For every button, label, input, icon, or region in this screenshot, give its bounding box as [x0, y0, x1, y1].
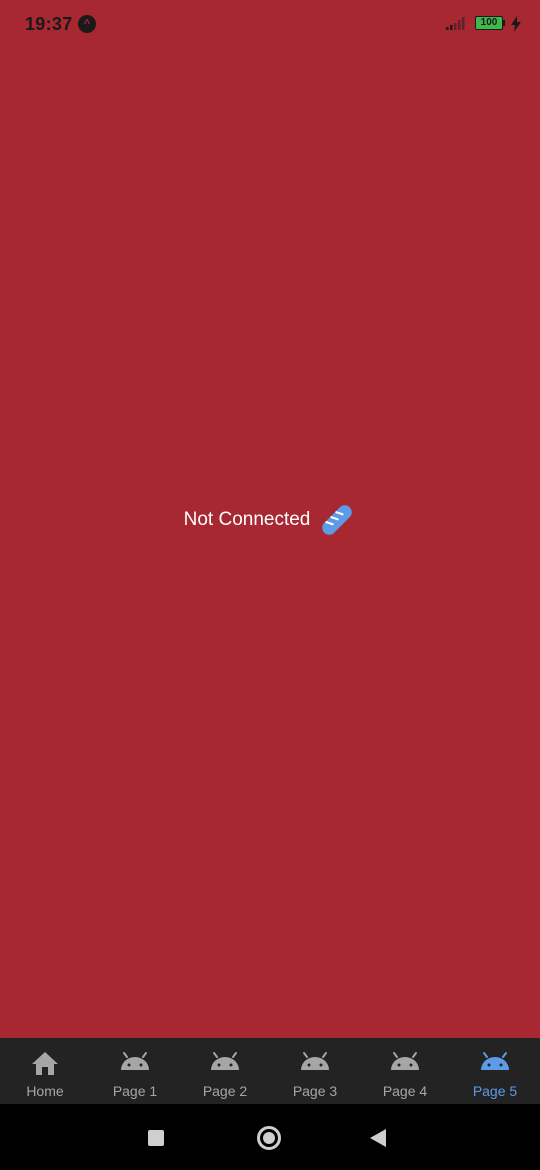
battery-icon: 100 [475, 16, 505, 30]
tab-page-1[interactable]: Page 1 [90, 1038, 180, 1104]
tab-home[interactable]: Home [0, 1038, 90, 1104]
tab-page-4-label: Page 4 [382, 1083, 428, 1099]
connection-status: Not Connected [0, 498, 540, 542]
android-icon [301, 1052, 329, 1070]
bread-icon [322, 505, 353, 535]
tab-page-2-label: Page 2 [202, 1083, 248, 1099]
tab-page-5-label: Page 5 [472, 1083, 518, 1099]
signal-icon [446, 17, 465, 30]
back-icon[interactable] [369, 1128, 387, 1148]
charging-bolt-icon [511, 16, 521, 32]
recents-icon[interactable] [148, 1130, 164, 1146]
home-icon [32, 1052, 58, 1075]
app-notification-icon: ^ [78, 15, 96, 33]
tab-home-label: Home [26, 1083, 64, 1099]
battery-level: 100 [480, 17, 498, 28]
android-icon [211, 1052, 239, 1070]
tab-page-3[interactable]: Page 3 [270, 1038, 360, 1104]
tab-page-5[interactable]: Page 5 [450, 1038, 540, 1104]
tab-page-3-label: Page 3 [292, 1083, 338, 1099]
bottom-tab-bar: Home Page 1 Page 2 Page 3 Page 4 Page 5 [0, 1038, 540, 1104]
android-icon [481, 1052, 509, 1070]
tab-page-2[interactable]: Page 2 [180, 1038, 270, 1104]
home-circle-icon[interactable] [257, 1126, 281, 1150]
app-screen: 19:37 ^ 100 Not Connected [0, 0, 540, 1038]
status-time: 19:37 [25, 14, 73, 34]
tab-page-1-label: Page 1 [112, 1083, 158, 1099]
android-icon [121, 1052, 149, 1070]
status-bar: 19:37 ^ 100 [0, 0, 540, 48]
tab-page-4[interactable]: Page 4 [360, 1038, 450, 1104]
android-icon [391, 1052, 419, 1070]
connection-status-text: Not Connected [183, 509, 311, 530]
